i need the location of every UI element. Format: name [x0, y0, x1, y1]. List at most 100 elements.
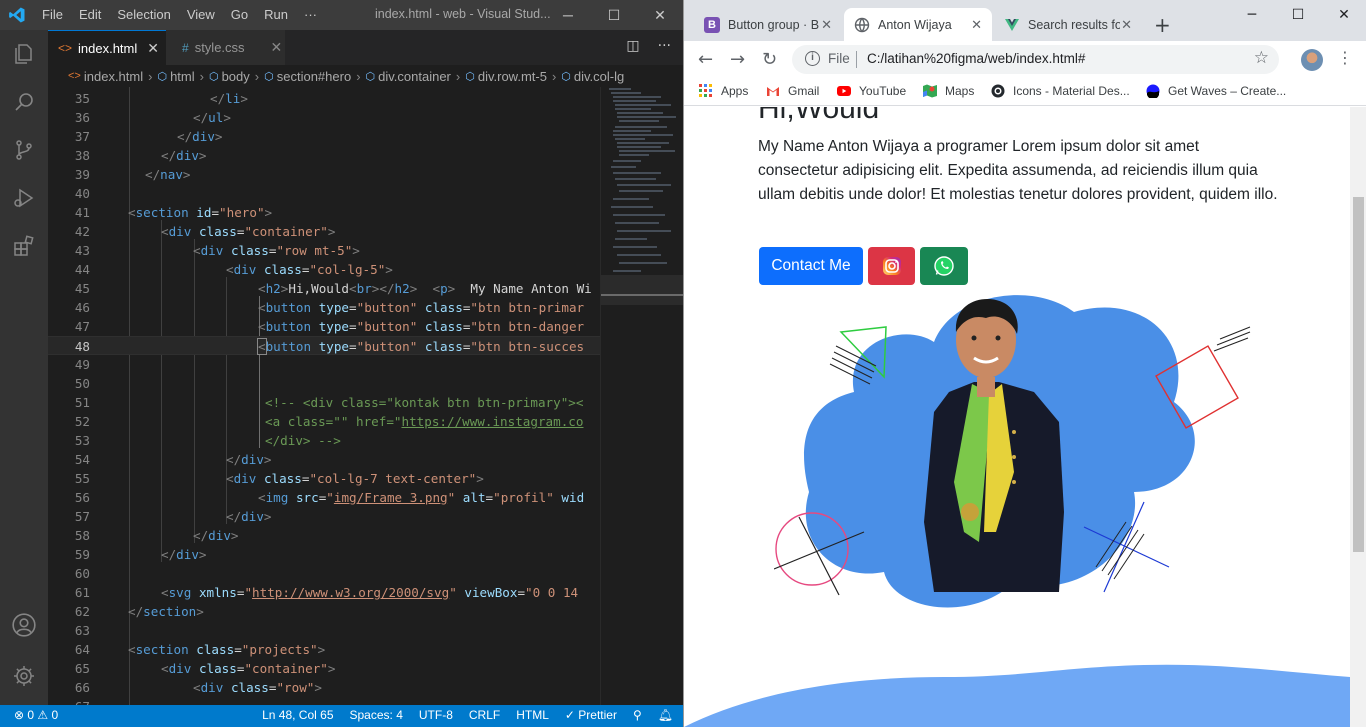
line-number: 67: [48, 697, 90, 705]
code-line: 60: [48, 564, 600, 583]
browser-tab-active[interactable]: Anton Wijaya ✕: [844, 8, 992, 41]
search-icon[interactable]: [0, 78, 48, 126]
line-number: 57: [74, 509, 90, 524]
vscode-window-title: index.html - web - Visual Stud...: [375, 7, 551, 21]
chevron-right-icon: ›: [148, 68, 153, 84]
breadcrumb-item[interactable]: div.container: [378, 69, 451, 84]
chrome-window-controls: ─ ☐ ✕: [1229, 0, 1366, 30]
code-comment: <a class="" href="https://www.instagram.…: [265, 414, 584, 429]
breadcrumb-item[interactable]: html: [170, 69, 195, 84]
menu-more[interactable]: ···: [296, 0, 325, 30]
instagram-button[interactable]: [868, 247, 915, 285]
bookmark-get-waves[interactable]: Get Waves – Create...: [1146, 84, 1286, 98]
info-icon[interactable]: i: [805, 51, 820, 66]
code-line: 42 <div class="container">: [48, 222, 600, 241]
extensions-icon[interactable]: [0, 222, 48, 270]
close-icon[interactable]: ✕: [1321, 0, 1366, 30]
minimize-icon[interactable]: ─: [1229, 0, 1275, 30]
chevron-right-icon: ›: [254, 68, 260, 84]
line-number: 53: [74, 433, 90, 448]
bookmark-apps[interactable]: Apps: [699, 84, 748, 98]
close-tab-icon[interactable]: ✕: [271, 39, 283, 56]
menu-run[interactable]: Run: [256, 0, 296, 30]
code-line: 36 </ul>: [48, 108, 600, 127]
breadcrumb-item[interactable]: div.row.mt-5: [478, 69, 547, 84]
account-icon[interactable]: [0, 601, 48, 649]
forward-arrow-icon[interactable]: →: [730, 49, 745, 70]
settings-gear-icon[interactable]: [0, 652, 48, 700]
close-tab-icon[interactable]: ✕: [971, 17, 982, 33]
page-scrollbar[interactable]: [1350, 107, 1366, 727]
close-tab-icon[interactable]: ✕: [1121, 17, 1132, 33]
bookmark-youtube[interactable]: YouTube: [837, 84, 906, 98]
url-text[interactable]: C:/latihan%20figma/web/index.html#: [867, 51, 1085, 66]
code-line: 35 </li>: [48, 89, 600, 108]
new-tab-plus-icon[interactable]: +: [1154, 13, 1171, 37]
code-line: 55 <div class="col-lg-7 text-center">: [48, 469, 600, 488]
scrollbar-thumb[interactable]: [1353, 197, 1364, 552]
run-debug-icon[interactable]: [0, 174, 48, 222]
minimize-icon[interactable]: ─: [545, 0, 591, 30]
encoding-status[interactable]: UTF-8: [419, 708, 453, 722]
tab-index-html[interactable]: <> index.html ✕: [48, 30, 166, 65]
status-bar: ⊗ 0 ⚠ 0 Ln 48, Col 65 Spaces: 4 UTF-8 CR…: [0, 705, 683, 727]
divider: [856, 51, 857, 68]
breadcrumb-item[interactable]: div.col-lg: [574, 69, 624, 84]
breadcrumb-item[interactable]: index.html: [84, 69, 143, 84]
live-share-icon[interactable]: ⚲: [633, 708, 642, 722]
explorer-icon[interactable]: [0, 30, 48, 78]
line-number: 56: [74, 490, 90, 505]
element-icon: ⬡: [208, 70, 219, 83]
breadcrumb-item[interactable]: section#hero: [277, 69, 351, 84]
browser-tabstrip: B Button group · B ✕ Anton Wijaya ✕ Sear…: [684, 0, 1366, 41]
back-arrow-icon[interactable]: ←: [698, 49, 713, 70]
code-line: 38 </div>: [48, 146, 600, 165]
code-line: 37 </div>: [48, 127, 600, 146]
cursor-position[interactable]: Ln 48, Col 65: [262, 708, 333, 722]
language-mode[interactable]: HTML: [516, 708, 549, 722]
split-editor-icon[interactable]: ◫: [626, 38, 639, 54]
menu-file[interactable]: File: [34, 0, 71, 30]
breadcrumb-item[interactable]: body: [222, 69, 250, 84]
reload-icon[interactable]: ↻: [762, 49, 777, 70]
browser-tab[interactable]: B Button group · B ✕: [694, 8, 842, 41]
code-text: <div class="col-lg-5">: [226, 262, 393, 277]
code-text: <div class="row">: [193, 680, 322, 695]
maximize-icon[interactable]: ☐: [1275, 0, 1321, 30]
contact-me-button[interactable]: Contact Me: [759, 247, 863, 285]
tab-style-css[interactable]: # style.css ✕: [166, 30, 285, 65]
code-line: 63: [48, 621, 600, 640]
maximize-icon[interactable]: ☐: [591, 0, 637, 30]
close-tab-icon[interactable]: ✕: [821, 17, 832, 33]
minimap[interactable]: [600, 87, 683, 705]
profile-avatar[interactable]: [1301, 49, 1323, 71]
code-line: 64 <section class="projects">: [48, 640, 600, 659]
code-editor[interactable]: 35 </li> 36 </ul> 37 </div> 38 </div> 39 </na…: [48, 87, 600, 705]
indentation-status[interactable]: Spaces: 4: [350, 708, 403, 722]
more-actions-icon[interactable]: ···: [658, 38, 671, 54]
whatsapp-button[interactable]: [920, 247, 968, 285]
prettier-status[interactable]: ✓ Prettier: [565, 708, 617, 722]
menu-go[interactable]: Go: [223, 0, 256, 30]
close-tab-icon[interactable]: ✕: [147, 40, 159, 57]
bookmark-material-icons[interactable]: Icons - Material Des...: [991, 84, 1130, 98]
bookmark-star-icon[interactable]: ☆: [1254, 48, 1269, 68]
menu-selection[interactable]: Selection: [109, 0, 178, 30]
html-file-icon: <>: [68, 70, 81, 82]
eol-status[interactable]: CRLF: [469, 708, 500, 722]
menu-edit[interactable]: Edit: [71, 0, 109, 30]
problems-status[interactable]: ⊗ 0 ⚠ 0: [14, 708, 58, 722]
close-icon[interactable]: ✕: [637, 0, 683, 30]
kebab-menu-icon[interactable]: ⋮: [1337, 48, 1353, 67]
bookmark-gmail[interactable]: Gmail: [766, 84, 819, 98]
menu-view[interactable]: View: [179, 0, 223, 30]
bookmark-label: YouTube: [859, 84, 907, 98]
bookmark-maps[interactable]: Maps: [923, 84, 974, 98]
gmail-icon: [767, 87, 779, 96]
address-bar[interactable]: i File C:/latihan%20figma/web/index.html…: [792, 45, 1279, 74]
bookmark-label: Maps: [945, 84, 975, 98]
notifications-bell-icon[interactable]: 🔔︎: [658, 708, 673, 722]
web-page-viewport[interactable]: Hi,Would My Name Anton Wijaya a programe…: [684, 107, 1350, 727]
source-control-icon[interactable]: [0, 126, 48, 174]
browser-tab[interactable]: Search results fo ✕: [994, 8, 1142, 41]
